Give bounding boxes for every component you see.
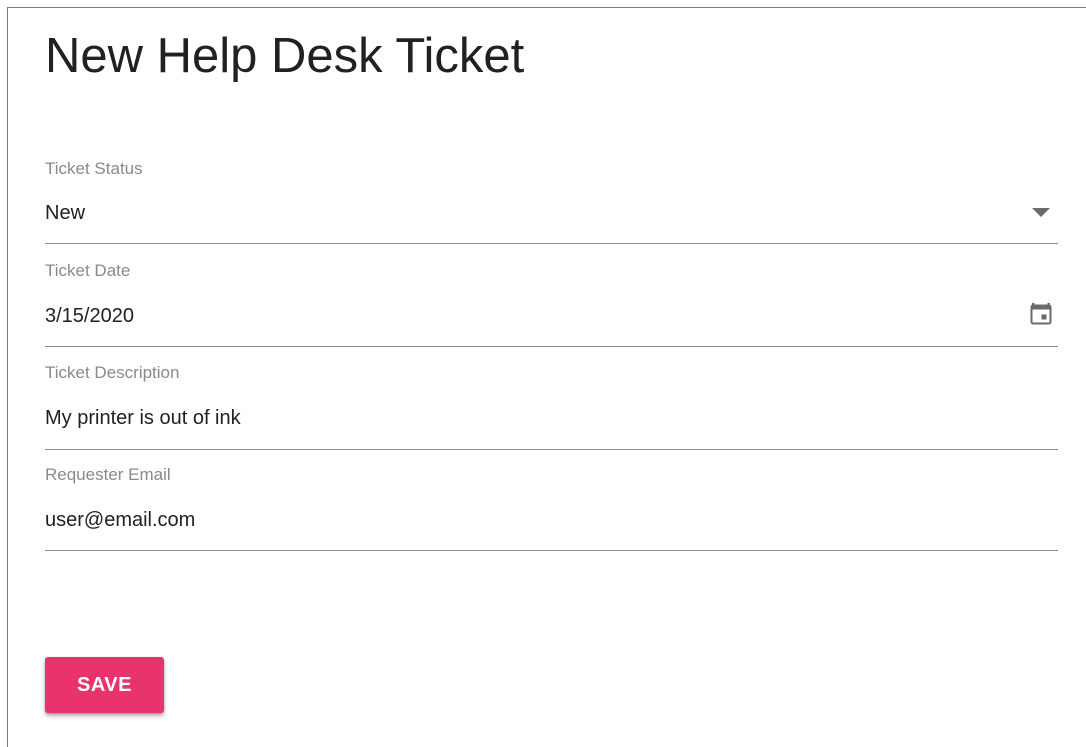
- requester-email-field[interactable]: Requester Email user@email.com: [45, 450, 1058, 552]
- ticket-description-input[interactable]: My printer is out of ink: [45, 406, 241, 430]
- ticket-date-field[interactable]: Ticket Date 3/15/2020: [45, 246, 1058, 348]
- dropdown-arrow-icon[interactable]: [1032, 208, 1050, 217]
- ticket-description-label: Ticket Description: [45, 363, 180, 382]
- ticket-status-field[interactable]: Ticket Status New: [45, 144, 1058, 246]
- ticket-status-underline: [45, 243, 1058, 244]
- requester-email-input[interactable]: user@email.com: [45, 508, 195, 532]
- requester-email-underline: [45, 550, 1058, 551]
- ticket-date-underline: [45, 346, 1058, 347]
- ticket-date-input[interactable]: 3/15/2020: [45, 304, 134, 328]
- ticket-status-select[interactable]: New: [45, 201, 85, 225]
- ticket-date-label: Ticket Date: [45, 261, 131, 280]
- page-title: New Help Desk Ticket: [45, 29, 525, 83]
- ticket-status-label: Ticket Status: [45, 159, 143, 178]
- calendar-icon[interactable]: [1030, 301, 1052, 330]
- requester-email-label: Requester Email: [45, 465, 171, 484]
- save-button[interactable]: SAVE: [45, 657, 164, 713]
- ticket-description-field[interactable]: Ticket Description My printer is out of …: [45, 348, 1058, 450]
